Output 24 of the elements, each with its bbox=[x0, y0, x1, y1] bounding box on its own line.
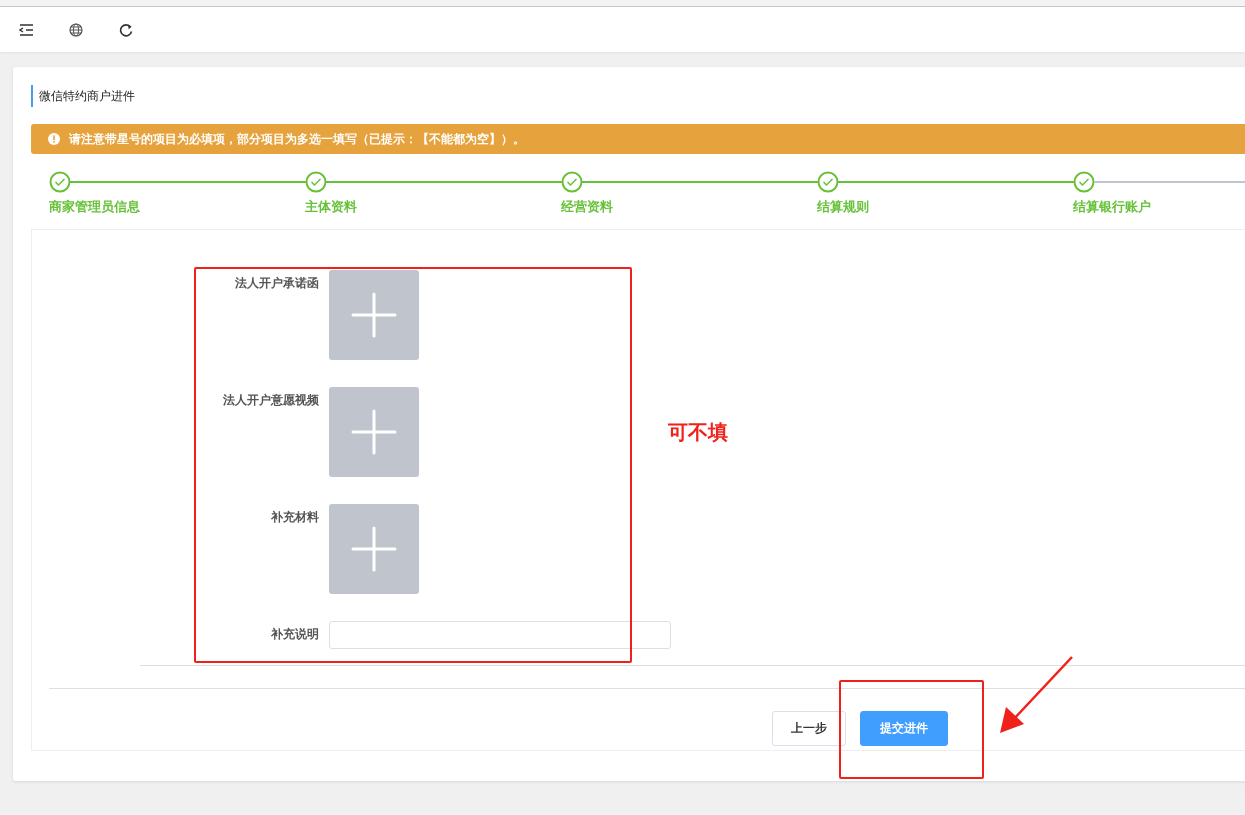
step-label: 结算银行账户 bbox=[1073, 199, 1152, 215]
upload-box[interactable] bbox=[329, 270, 419, 360]
field-label: 法人开户承诺函 bbox=[235, 276, 319, 290]
card-title: 微信特约商户进件 bbox=[31, 85, 1245, 107]
alert-text: 请注意带星号的项目为必填项，部分项目为多选一填写（已提示：【不能都为空】）。 bbox=[69, 131, 525, 147]
step-label: 结算规则 bbox=[817, 199, 870, 215]
previous-step-button[interactable]: 上一步 bbox=[772, 711, 846, 746]
step-label: 商家管理员信息 bbox=[49, 199, 141, 215]
field-label: 补充材料 bbox=[271, 510, 319, 524]
warning-icon bbox=[48, 133, 60, 145]
field-label: 法人开户意愿视频 bbox=[223, 393, 319, 407]
plus-icon bbox=[351, 292, 397, 338]
collapse-menu-icon[interactable] bbox=[19, 22, 33, 37]
plus-icon bbox=[351, 526, 397, 572]
upload-box[interactable] bbox=[329, 504, 419, 594]
annotation-note: 可不填 bbox=[668, 419, 728, 446]
text-input-field[interactable] bbox=[329, 621, 671, 649]
globe-icon[interactable] bbox=[69, 22, 83, 37]
step-label: 经营资料 bbox=[561, 199, 614, 215]
upload-box[interactable] bbox=[329, 387, 419, 477]
refresh-icon[interactable] bbox=[119, 22, 133, 37]
step-label: 主体资料 bbox=[305, 199, 358, 215]
field-label: 补充说明 bbox=[271, 627, 319, 641]
plus-icon bbox=[351, 409, 397, 455]
